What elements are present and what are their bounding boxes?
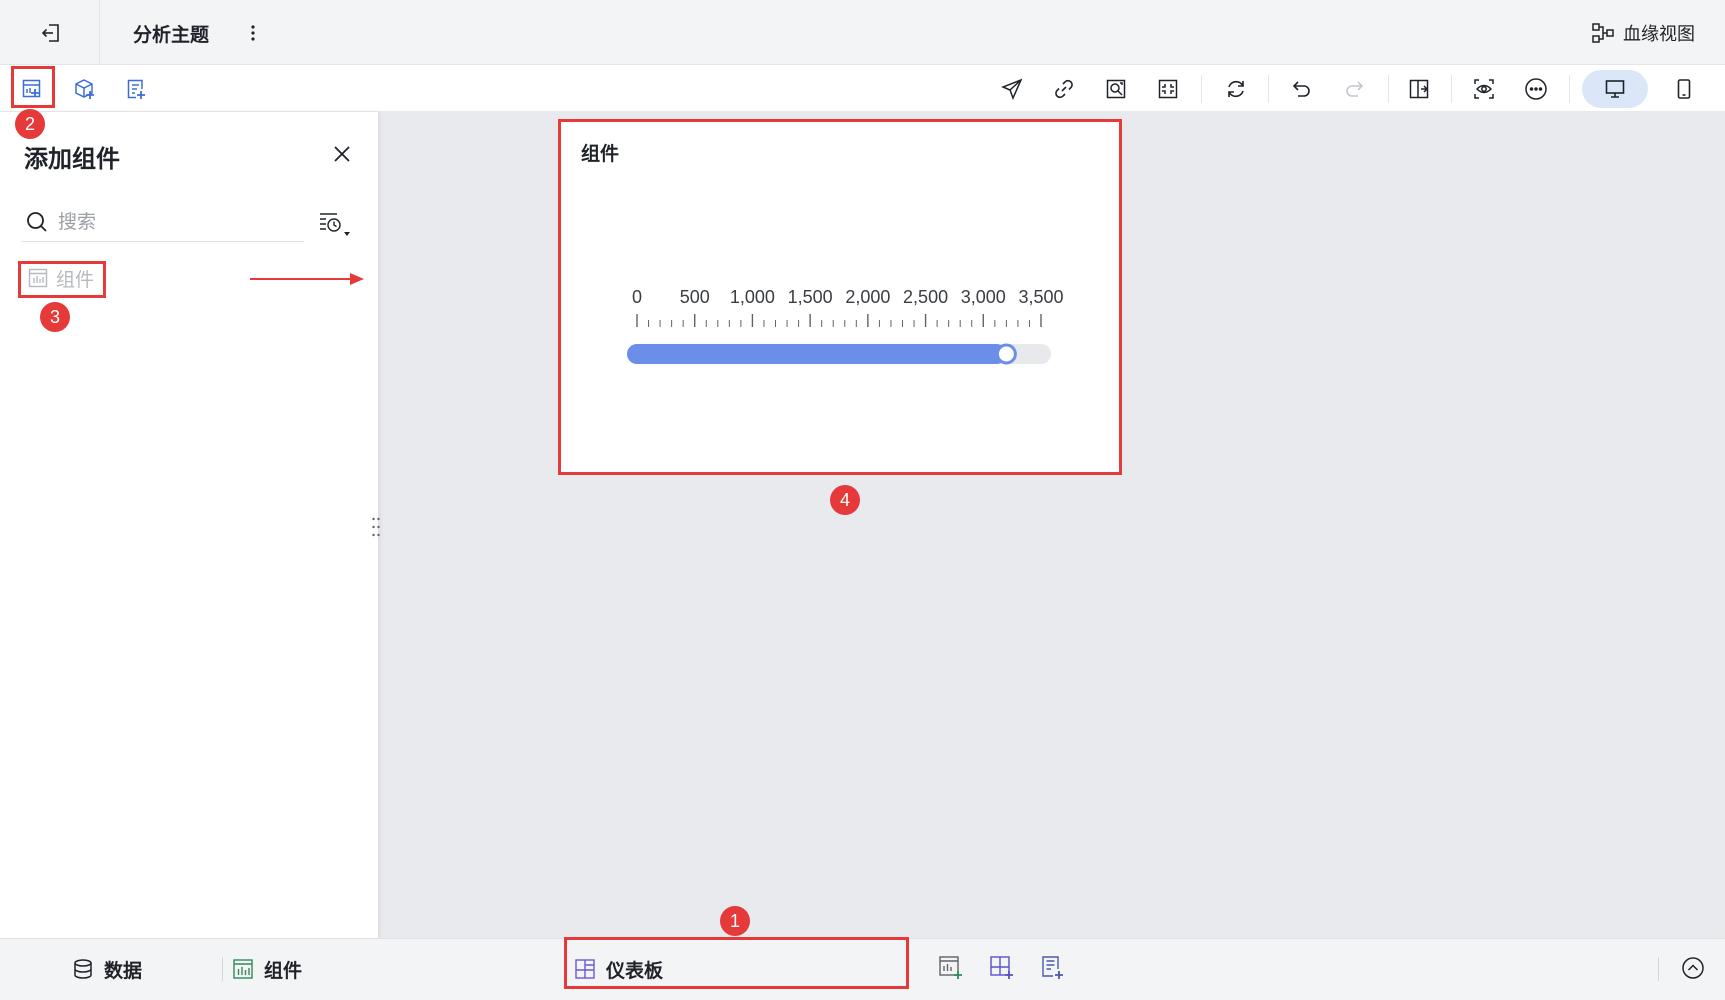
fit-icon [1158, 79, 1178, 99]
screenshot-button[interactable] [1100, 73, 1132, 105]
page-title: 分析主题 [133, 24, 210, 46]
more-button[interactable] [244, 18, 262, 48]
desktop-view-button[interactable] [1582, 70, 1648, 108]
component-card[interactable]: 组件 0 500 1,000 1,500 2,000 2,500 3,000 3,500 [561, 121, 1120, 472]
tick-label: 3,500 [1018, 287, 1063, 307]
dashboard-icon [575, 959, 595, 979]
search-icon [22, 207, 52, 237]
component-list-item[interactable]: 组件 [28, 262, 94, 294]
toolbar-divider [1388, 75, 1389, 103]
send-icon [1001, 78, 1023, 100]
add-component-icon [22, 79, 41, 98]
drag-handle-icon [372, 517, 380, 537]
chart-table-icon [233, 959, 253, 979]
close-icon [334, 146, 350, 162]
drag-arrow [250, 273, 364, 285]
panel-close-button[interactable] [326, 138, 358, 170]
range-slider[interactable]: 0 500 1,000 1,500 2,000 2,500 3,000 3,500 [561, 121, 1120, 472]
slider-fill [627, 344, 1007, 364]
lineage-view-button[interactable]: 血缘视图 [1591, 18, 1695, 48]
mobile-icon [1677, 79, 1691, 99]
export-icon [1409, 79, 1429, 99]
add-component-panel: 添加组件 组件 [0, 112, 380, 938]
data-tab[interactable]: 数据 [72, 949, 142, 989]
more-options-button[interactable] [1520, 73, 1552, 105]
top-divider [99, 0, 100, 65]
exit-button[interactable] [36, 18, 66, 48]
undo-icon [1292, 81, 1310, 97]
chart-table-icon [28, 268, 48, 288]
chevron-up-icon [1682, 957, 1704, 979]
tick-label: 1,000 [730, 287, 775, 307]
refresh-button[interactable] [1220, 73, 1252, 105]
filter-sort-button[interactable] [314, 206, 354, 240]
step-badge-4: 4 [830, 485, 860, 515]
add-chart-icon [939, 956, 962, 979]
add-report-button[interactable] [120, 73, 152, 105]
toolbar-divider [1451, 75, 1452, 103]
data-tab-label: 数据 [104, 959, 143, 982]
mobile-view-button[interactable] [1662, 70, 1706, 108]
bottom-divider [222, 957, 223, 981]
panel-title: 添加组件 [24, 145, 120, 173]
add-dashboard-button[interactable] [985, 951, 1019, 985]
bottom-bar: 数据 组件 仪表板 [0, 938, 1725, 1000]
component-tab[interactable]: 组件 [232, 949, 302, 989]
add-report-icon [127, 79, 145, 99]
bottom-divider [1658, 957, 1659, 981]
step-badge-3: 3 [40, 302, 70, 332]
undo-button[interactable] [1286, 73, 1318, 105]
screenshot-icon [1106, 79, 1126, 99]
top-bar: 分析主题 血缘视图 [0, 0, 1725, 65]
preview-icon [1474, 79, 1494, 99]
add-dataset-icon [75, 79, 94, 99]
tick-label: 0 [632, 287, 642, 307]
link-icon [1055, 79, 1073, 99]
lineage-view-label: 血缘视图 [1623, 24, 1695, 45]
lineage-icon [1592, 23, 1614, 43]
export-button[interactable] [1403, 73, 1435, 105]
refresh-icon [1228, 80, 1244, 98]
component-tab-label: 组件 [264, 959, 303, 982]
search-input[interactable] [58, 210, 288, 233]
redo-button[interactable] [1338, 73, 1370, 105]
toolbar [0, 65, 1725, 112]
panel-resize-handle[interactable] [368, 512, 384, 542]
tick-label: 3,000 [961, 287, 1006, 307]
component-item-label: 组件 [56, 268, 95, 291]
add-component-button[interactable] [16, 73, 48, 105]
more-icon [1525, 78, 1547, 100]
search-box [22, 202, 304, 242]
exit-icon [41, 24, 59, 42]
collapse-button[interactable] [1676, 951, 1710, 985]
step-badge-1: 1 [720, 906, 750, 936]
add-dashboard-icon [990, 956, 1013, 979]
toolbar-divider [1569, 75, 1570, 103]
tick-label: 2,500 [903, 287, 948, 307]
slider-thumb[interactable] [995, 343, 1017, 365]
toolbar-divider [1201, 75, 1202, 103]
device-switch [1582, 70, 1710, 108]
publish-button[interactable] [996, 73, 1028, 105]
add-chart-button[interactable] [934, 951, 968, 985]
fit-layout-button[interactable] [1152, 73, 1184, 105]
desktop-icon [1605, 80, 1625, 98]
sort-history-icon [320, 213, 350, 236]
tick-label: 2,000 [845, 287, 890, 307]
preview-button[interactable] [1468, 73, 1500, 105]
database-icon [74, 959, 92, 979]
dashboard-tab[interactable]: 仪表板 [574, 949, 663, 989]
redo-icon [1346, 81, 1364, 97]
dashboard-tab-label: 仪表板 [606, 959, 664, 982]
step-badge-2: 2 [15, 109, 45, 139]
tick-label: 500 [680, 287, 710, 307]
add-report-page-button[interactable] [1036, 951, 1070, 985]
share-link-button[interactable] [1048, 73, 1080, 105]
add-dataset-button[interactable] [68, 73, 100, 105]
toolbar-divider [1268, 75, 1269, 103]
tick-label: 1,500 [788, 287, 833, 307]
more-vertical-icon [251, 25, 255, 41]
add-report-page-icon [1042, 956, 1063, 979]
